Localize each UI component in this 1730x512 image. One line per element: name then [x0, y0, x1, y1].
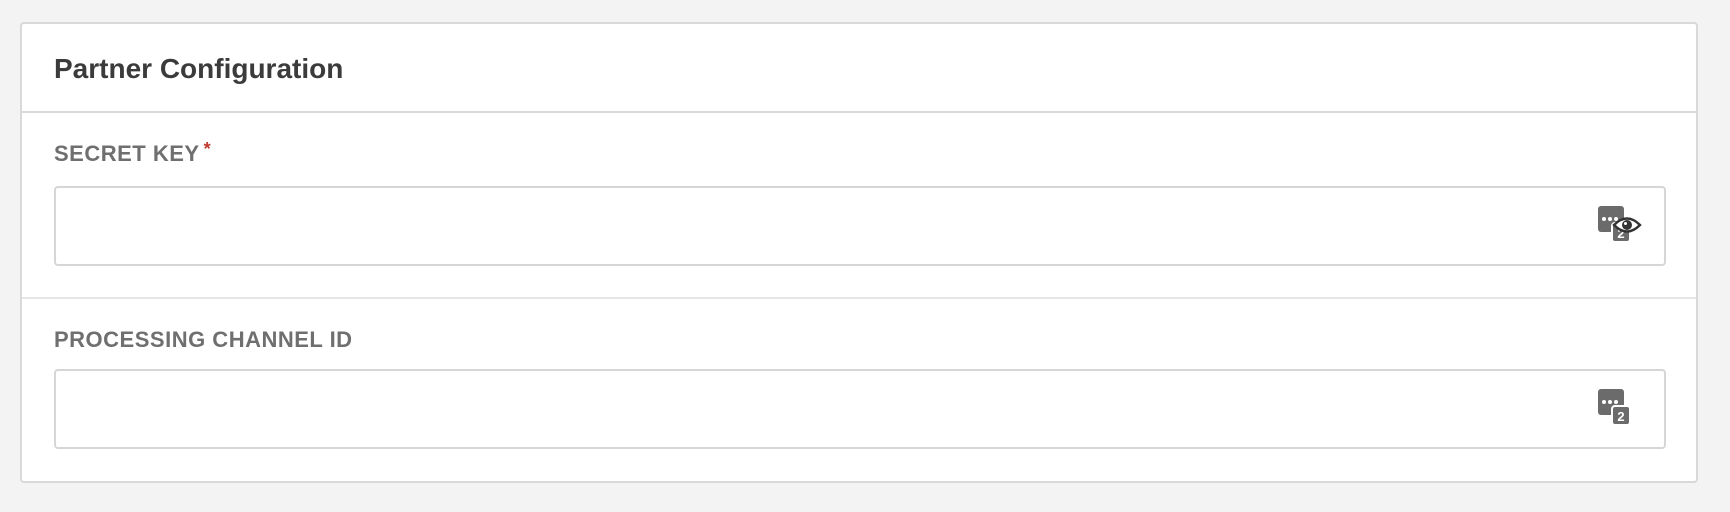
page-title: Partner Configuration: [54, 53, 344, 84]
processing-channel-id-input[interactable]: [56, 371, 1556, 447]
card-header: Partner Configuration: [22, 24, 1696, 113]
password-manager-badge: 2: [1617, 409, 1624, 424]
secret-key-field: SECRET KEY * 2: [22, 113, 1696, 299]
secret-key-input-wrapper: 2: [54, 186, 1666, 266]
password-manager-icon[interactable]: 2: [1598, 389, 1630, 425]
required-asterisk: *: [203, 139, 212, 159]
partner-configuration-card: Partner Configuration SECRET KEY * 2 PROC…: [20, 22, 1698, 483]
secret-key-label-text: SECRET KEY: [54, 141, 200, 166]
processing-channel-id-field: PROCESSING CHANNEL ID 2: [22, 299, 1696, 481]
eye-icon[interactable]: [1612, 214, 1642, 236]
processing-channel-id-input-wrapper: 2: [54, 369, 1666, 449]
secret-key-input[interactable]: [56, 188, 1556, 264]
secret-key-label: SECRET KEY *: [54, 139, 212, 168]
processing-channel-id-label: PROCESSING CHANNEL ID: [54, 327, 353, 352]
